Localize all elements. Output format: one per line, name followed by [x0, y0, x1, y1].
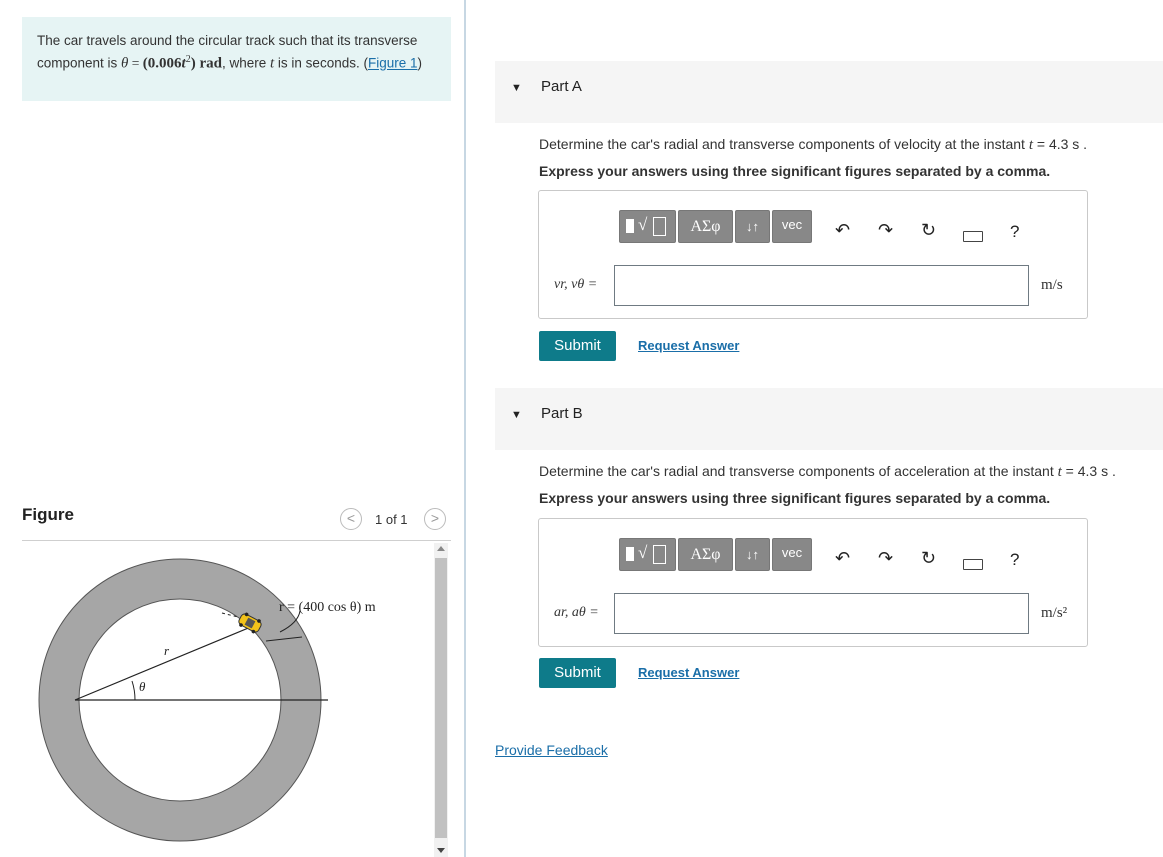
part-b-question: Determine the car's radial and transvers… — [539, 463, 1116, 481]
part-b-unit: m/s² — [1041, 605, 1068, 621]
provide-feedback-link[interactable]: Provide Feedback — [495, 742, 608, 758]
part-a-title: Part A — [541, 78, 582, 95]
part-a-answer-input[interactable] — [614, 265, 1029, 306]
part-a-submit-button[interactable]: Submit — [539, 331, 616, 361]
unit-rad: rad — [195, 55, 222, 72]
figure-link[interactable]: Figure 1 — [368, 56, 418, 71]
reset-icon[interactable]: ↻ — [921, 220, 936, 241]
scroll-down-arrow-icon[interactable] — [437, 848, 445, 853]
greek-button[interactable]: ΑΣφ — [678, 210, 733, 243]
keyboard-icon[interactable] — [963, 559, 983, 570]
r-label: r — [164, 643, 170, 658]
part-b-answer-box: √ ΑΣφ ↓↑ vec ↶ ↷ ↻ ? ar, aθ = m/s² — [538, 518, 1088, 647]
part-b-question-text: Determine the car's radial and transvers… — [539, 463, 1058, 479]
part-b-header[interactable]: ▼ Part B — [495, 388, 1163, 450]
figure-divider — [22, 540, 451, 541]
redo-icon[interactable]: ↷ — [878, 548, 893, 569]
figure-heading: Figure — [22, 505, 74, 524]
part-a-answer-label: vr, vθ = — [554, 277, 598, 292]
reset-icon[interactable]: ↻ — [921, 548, 936, 569]
keyboard-icon[interactable] — [963, 231, 983, 242]
figure-pager-text: 1 of 1 — [375, 512, 408, 527]
scrollbar-thumb[interactable] — [435, 558, 447, 838]
theta-arc — [131, 680, 136, 701]
part-a-answer-box: √ ΑΣφ ↓↑ vec ↶ ↷ ↻ ? vr, vθ = m/s — [538, 190, 1088, 319]
sqrt-icon: √ — [638, 215, 648, 234]
problem-text-2: , where — [221, 55, 270, 71]
undo-icon[interactable]: ↶ — [835, 220, 850, 241]
problem-text-4: ) — [417, 55, 423, 71]
part-a-time-value: = 4.3 s . — [1032, 136, 1088, 152]
part-a-question-text: Determine the car's radial and transvers… — [539, 136, 1029, 152]
coefficient: (0.006 — [142, 55, 182, 72]
template-box-icon — [653, 217, 666, 236]
part-b-submit-button[interactable]: Submit — [539, 658, 616, 688]
templates-button[interactable]: √ — [619, 538, 676, 571]
column-divider — [464, 0, 466, 857]
part-a-instruction: Express your answers using three signifi… — [539, 163, 1051, 179]
equals: = — [128, 55, 143, 71]
figure-prev-button[interactable]: < — [340, 508, 362, 530]
part-a-header[interactable]: ▼ Part A — [495, 61, 1163, 123]
subscript-arrows-button[interactable]: ↓↑ — [735, 210, 770, 243]
r-equation-label: r = (400 cos θ) m — [279, 600, 376, 615]
redo-icon[interactable]: ↷ — [878, 220, 893, 241]
part-b-instruction: Express your answers using three signifi… — [539, 490, 1051, 506]
part-a-question: Determine the car's radial and transvers… — [539, 136, 1087, 154]
subscript-arrows-button[interactable]: ↓↑ — [735, 538, 770, 571]
figure-diagram: θ r r = (400 cos θ) m — [38, 558, 376, 842]
template-box-icon — [653, 545, 666, 564]
sqrt-icon: √ — [638, 543, 648, 562]
part-b-answer-label: ar, aθ = — [554, 605, 599, 620]
problem-text-3: is in seconds. ( — [274, 55, 368, 71]
undo-icon[interactable]: ↶ — [835, 548, 850, 569]
template-block-icon — [626, 219, 634, 233]
part-b-request-answer-link[interactable]: Request Answer — [638, 665, 739, 680]
greek-button[interactable]: ΑΣφ — [678, 538, 733, 571]
part-b-time-value: = 4.3 s . — [1061, 463, 1116, 479]
vec-button[interactable]: vec — [772, 538, 812, 571]
figure-next-button[interactable]: > — [424, 508, 446, 530]
theta-label: θ — [139, 679, 146, 694]
problem-statement: The car travels around the circular trac… — [22, 17, 451, 101]
templates-button[interactable]: √ — [619, 210, 676, 243]
part-a-request-answer-link[interactable]: Request Answer — [638, 338, 739, 353]
part-b-answer-input[interactable] — [614, 593, 1029, 634]
vec-button[interactable]: vec — [772, 210, 812, 243]
part-a-unit: m/s — [1041, 277, 1063, 293]
part-b-title: Part B — [541, 405, 583, 422]
collapse-triangle-icon[interactable]: ▼ — [511, 82, 522, 94]
scroll-up-arrow-icon[interactable] — [437, 546, 445, 551]
help-icon[interactable]: ? — [1010, 222, 1019, 242]
collapse-triangle-icon[interactable]: ▼ — [511, 409, 522, 421]
template-block-icon — [626, 547, 634, 561]
help-icon[interactable]: ? — [1010, 550, 1019, 570]
